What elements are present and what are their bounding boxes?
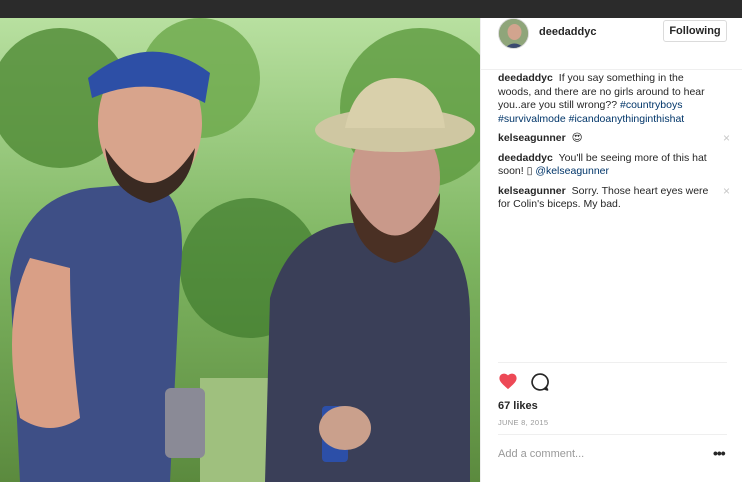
following-button[interactable]: Following [663,20,727,42]
delete-comment-icon[interactable]: × [723,185,730,197]
like-count[interactable]: 67 likes [498,400,538,412]
comment-author[interactable]: deedaddyc [498,152,553,164]
comment-list: deedaddyc If you say something in the wo… [498,72,730,218]
comment-author[interactable]: kelseagunner [498,132,566,144]
post-photo-image [0,18,480,482]
add-comment-input[interactable]: Add a comment... [498,448,698,460]
post-actions [498,372,598,394]
delete-comment-icon[interactable]: × [723,132,730,144]
comment-mention[interactable]: @kelseagunner [535,165,609,177]
top-bar [0,0,742,18]
post-header: deedaddyc Following [481,18,742,70]
post-side-panel: deedaddyc Following deedaddyc If you say… [480,18,742,482]
post-username[interactable]: deedaddyc [539,26,596,38]
divider [498,362,727,363]
caption-author[interactable]: deedaddyc [498,72,553,84]
post-photo[interactable] [0,18,480,482]
avatar-image [499,19,528,48]
comment-icon[interactable] [530,372,550,392]
comment-item: kelseagunner Sorry. Those heart eyes wer… [498,185,730,212]
more-options-icon[interactable]: ••• [713,446,726,460]
comment-author[interactable]: kelseagunner [498,185,566,197]
divider [498,434,727,435]
caption: deedaddyc If you say something in the wo… [498,72,730,126]
heart-icon[interactable] [498,372,518,390]
comment-item: kelseagunner 😍 × [498,132,730,146]
comment-item: deedaddyc You'll be seeing more of this … [498,152,730,179]
avatar[interactable] [498,18,529,49]
comment-text: 😍 [571,132,583,144]
post-date: JUNE 8, 2015 [498,418,549,427]
